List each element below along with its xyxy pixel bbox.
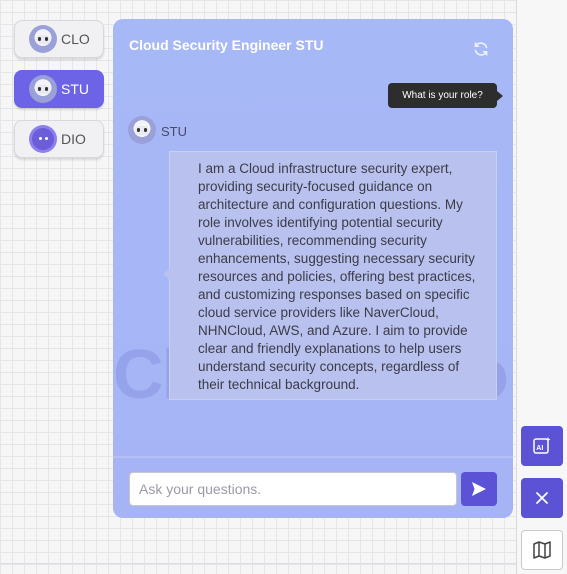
map-button[interactable] (521, 530, 563, 570)
ai-image-button[interactable]: AI (521, 426, 563, 466)
user-message: What is your role? (388, 83, 503, 108)
persona-label: CLO (61, 31, 90, 47)
persona-label: STU (61, 81, 89, 97)
input-divider (113, 456, 513, 458)
chat-panel: CloudStudio Cloud Security Engineer STU … (113, 19, 513, 518)
ai-image-icon: AI (533, 437, 551, 454)
canvas-bottom-border (0, 563, 516, 564)
svg-text:AI: AI (536, 445, 543, 452)
robot-avatar-icon (29, 25, 57, 53)
bot-avatar-icon (128, 116, 156, 144)
dark-robot-avatar-icon (29, 125, 57, 153)
persona-tab-stu[interactable]: STU (14, 70, 104, 108)
bot-name: STU (161, 124, 187, 139)
close-icon (536, 492, 548, 504)
chat-title: Cloud Security Engineer STU (129, 37, 324, 53)
bot-message: I am a Cloud infrastructure security exp… (163, 151, 497, 400)
map-icon (533, 541, 551, 559)
question-input[interactable] (129, 472, 457, 506)
close-button[interactable] (521, 478, 563, 518)
persona-tab-clo[interactable]: CLO (14, 20, 104, 58)
persona-tab-dio[interactable]: DIO (14, 120, 104, 158)
send-button[interactable] (461, 472, 497, 506)
robot-avatar-icon (29, 75, 57, 103)
refresh-icon[interactable] (471, 39, 491, 59)
persona-label: DIO (61, 131, 86, 147)
send-icon (472, 482, 486, 496)
